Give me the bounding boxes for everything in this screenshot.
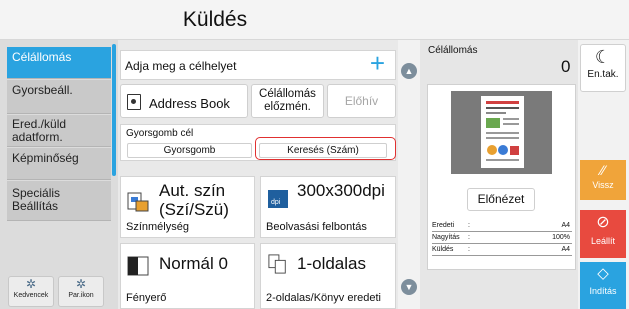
start-button[interactable]: ◇ Indítás (580, 262, 626, 309)
info-colon: : (468, 222, 470, 229)
resolution-tile[interactable]: dpi 300x300dpi Beolvasási felbontás (260, 176, 396, 238)
moon-icon: ☾ (594, 47, 612, 67)
resolution-value: 300x300dpi (297, 181, 385, 200)
gear-icon: ✲ (25, 277, 37, 291)
info-key: Küldés (432, 246, 454, 253)
sidebar-item-original-format[interactable]: Ered./küld adatform. (7, 115, 111, 147)
sidebar-item-quick-setup[interactable]: Gyorsbeáll. (7, 80, 111, 114)
favorites-button[interactable]: ✲ Kedvencek (8, 276, 54, 307)
stop-label: Leállít (590, 236, 616, 246)
info-value: A4 (561, 246, 570, 253)
favorites-label: Kedvencek (13, 292, 49, 299)
resolution-icon: dpi (268, 190, 288, 208)
address-book-icon (127, 94, 141, 110)
color-mode-icon (127, 192, 149, 212)
scroll-up-button[interactable]: ▲ (401, 63, 417, 79)
document-thumbnail-icon (481, 96, 524, 168)
info-colon: : (468, 234, 470, 241)
scroll-down-button[interactable]: ▼ (401, 279, 417, 295)
brightness-value: Normál 0 (159, 254, 228, 273)
stop-button[interactable]: ⊘ Leállít (580, 210, 626, 258)
dpi-icon-text: dpi (271, 199, 281, 206)
info-value: A4 (561, 222, 570, 229)
info-key: Nagyítás (432, 234, 460, 241)
info-row-zoom: Nagyítás : 100% (432, 234, 572, 244)
color-mode-value: Aut. szín (Szí/Szü) (159, 181, 229, 219)
start-label: Indítás (589, 286, 617, 296)
program-icon-label: Par.ikon (68, 292, 94, 299)
brightness-icon (127, 256, 149, 276)
resolution-label: Beolvasási felbontás (266, 221, 367, 233)
address-book-button[interactable]: Address Book (120, 84, 248, 118)
chevron-down-icon: ▼ (404, 282, 414, 292)
sidebar-item-image-quality[interactable]: Képminőség (7, 148, 111, 180)
info-colon: : (468, 246, 470, 253)
destination-count: 0 (561, 57, 571, 76)
back-label: Vissz (592, 180, 614, 190)
color-mode-tile[interactable]: Aut. szín (Szí/Szü) Színmélység (120, 176, 255, 238)
chevron-up-icon: ▲ (404, 66, 414, 76)
sidebar-item-destination[interactable]: Célállomás (7, 47, 111, 79)
info-value: 100% (552, 234, 570, 241)
info-row-send: Küldés : A4 (432, 246, 572, 256)
duplex-icon (268, 254, 286, 274)
preview-button[interactable]: Előnézet (467, 188, 535, 211)
energy-saver-button[interactable]: ☾ En.tak. (580, 44, 626, 92)
sidebar-scrollbar[interactable] (112, 44, 116, 176)
energy-saver-label: En.tak. (587, 69, 619, 80)
quick-key-button[interactable]: Gyorsgomb (127, 143, 252, 158)
destination-label: Adja meg a célhelyet (125, 59, 237, 73)
info-key: Eredeti (432, 222, 455, 229)
highlight-frame (255, 137, 396, 160)
sidebar: Célállomás Gyorsbeáll. Ered./küld adatfo… (0, 40, 118, 309)
duplex-tile[interactable]: 1-oldalas 2-oldalas/Könyv eredeti (260, 243, 396, 309)
brightness-label: Fényerő (126, 292, 167, 304)
info-row-original: Eredeti : A4 (432, 222, 572, 232)
stop-icon: ⊘ (596, 214, 610, 231)
color-mode-label: Színmélység (126, 221, 189, 233)
back-button[interactable]: ⁄⁄ Vissz (580, 160, 626, 200)
destination-history-button[interactable]: Célállomás előzmén. (251, 84, 324, 118)
duplex-label: 2-oldalas/Könyv eredeti (266, 292, 381, 304)
page-title: Küldés (182, 8, 248, 31)
start-icon: ◇ (597, 265, 609, 282)
preview-title: Célállomás (428, 45, 478, 56)
sidebar-item-advanced[interactable]: Speciális Beállítás (7, 181, 111, 221)
duplex-value: 1-oldalas (297, 254, 366, 273)
quick-key-title: Gyorsgomb cél (126, 128, 194, 139)
destination-input[interactable]: Adja meg a célhelyet + (120, 48, 396, 80)
brightness-tile[interactable]: Normál 0 Fényerő (120, 243, 255, 309)
address-book-label: Address Book (149, 96, 230, 111)
back-slash-icon: ⁄⁄ (600, 162, 606, 178)
recall-button[interactable]: Előhív (327, 84, 396, 118)
gear-icon: ✲ (75, 277, 87, 291)
plus-icon[interactable]: + (370, 48, 385, 79)
program-icon-button[interactable]: ✲ Par.ikon (58, 276, 104, 307)
